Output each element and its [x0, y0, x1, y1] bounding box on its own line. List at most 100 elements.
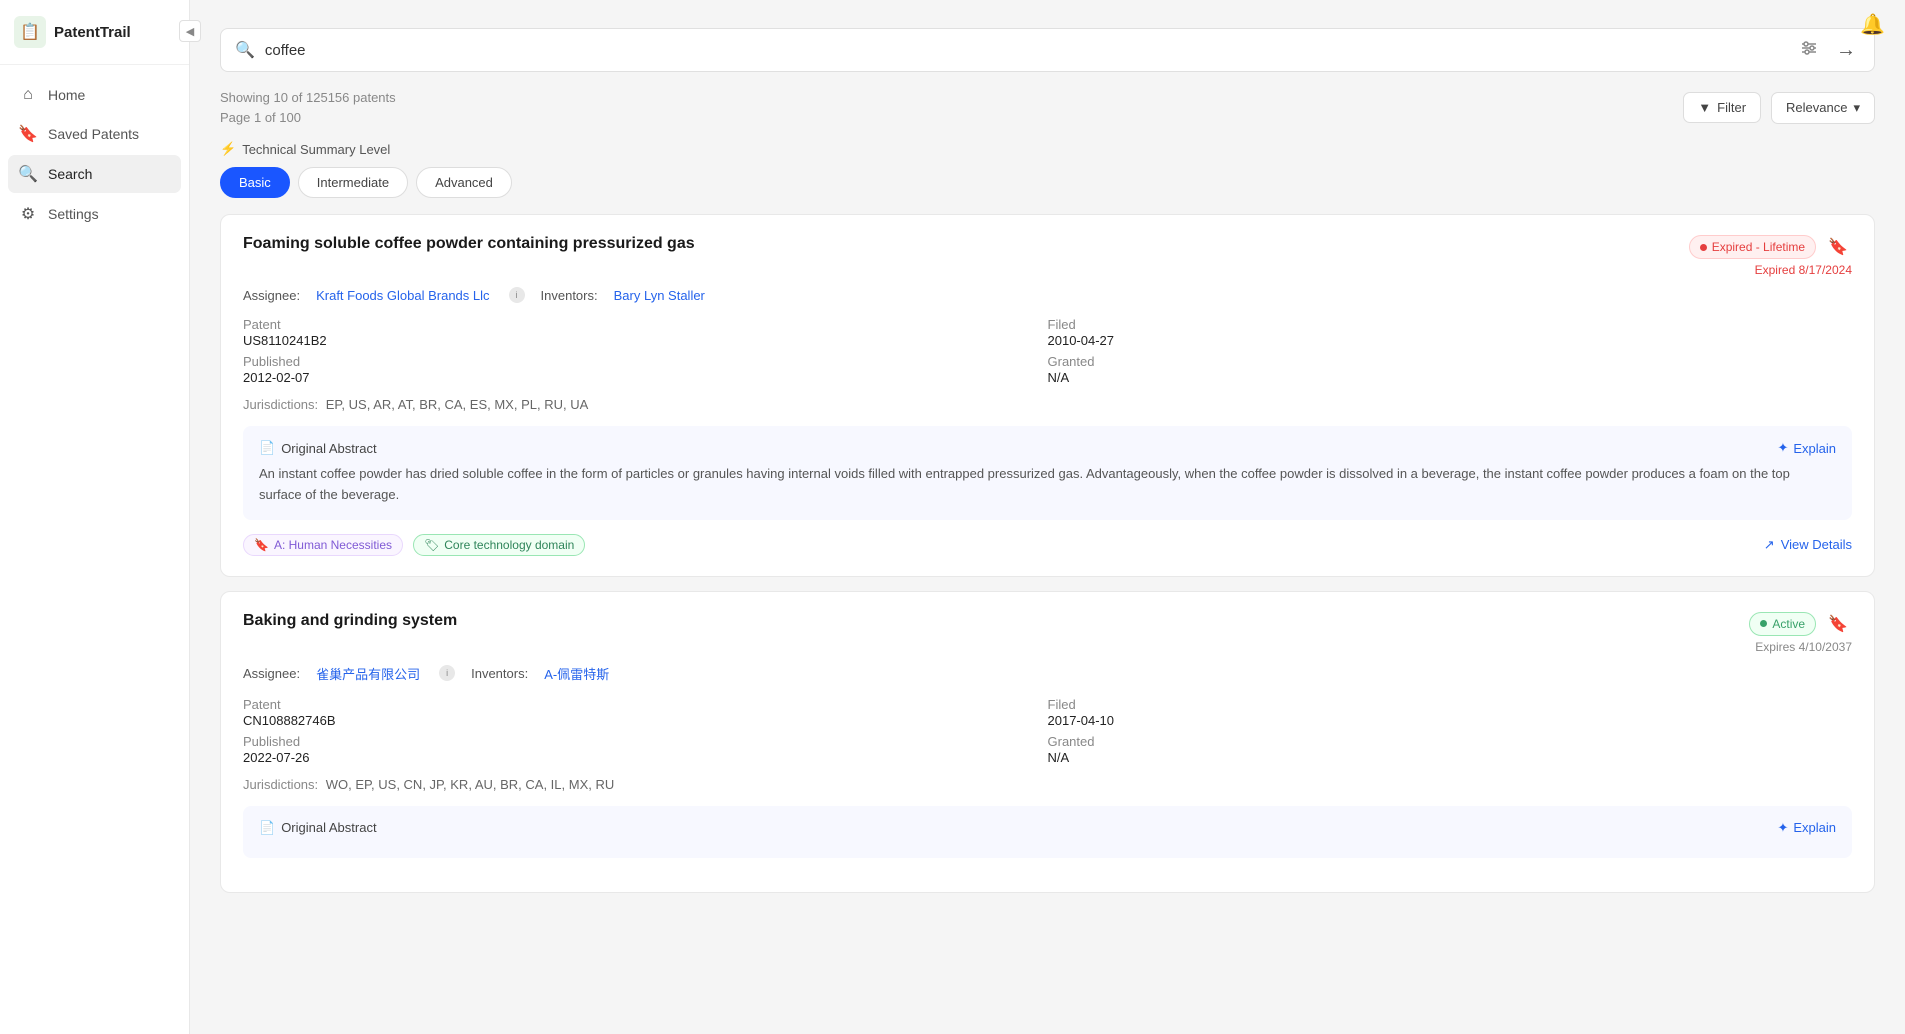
assignee-link-2[interactable]: 雀巢产品有限公司	[316, 664, 420, 683]
patent-card-header-1: Foaming soluble coffee powder containing…	[243, 235, 1852, 277]
sidebar: 📋 PatentTrail ◀ ⌂ Home 🔖 Saved Patents 🔍…	[0, 0, 190, 1034]
inventors-label-1: Inventors:	[541, 288, 598, 303]
status-dot-1	[1700, 244, 1707, 251]
jurisdictions-row-2: Jurisdictions: WO, EP, US, CN, JP, KR, A…	[243, 777, 1852, 792]
patent-number-item: Patent US8110241B2	[243, 317, 1048, 348]
save-patent-button-2[interactable]: 🔖	[1824, 612, 1852, 636]
patent-card-1: Foaming soluble coffee powder containing…	[220, 214, 1875, 577]
search-go-button[interactable]: →	[1832, 35, 1860, 66]
abstract-text-1: An instant coffee powder has dried solub…	[259, 464, 1836, 506]
abstract-title-label-1: 📄 Original Abstract	[259, 440, 377, 456]
search-nav-icon: 🔍	[18, 164, 38, 184]
filter-button[interactable]: ▼ Filter	[1683, 92, 1761, 123]
card-tags-1: 🔖 A: Human Necessities 🏷 Core technology…	[243, 534, 585, 556]
patent-card-2: Baking and grinding system Active 🔖 Expi…	[220, 591, 1875, 893]
sort-label: Relevance	[1786, 100, 1847, 115]
logo-icon: 📋	[14, 16, 46, 48]
tech-btn-advanced[interactable]: Advanced	[416, 167, 512, 198]
gear-icon: ⚙	[18, 204, 38, 224]
results-header: Showing 10 of 125156 patents Page 1 of 1…	[220, 88, 1875, 127]
assignee-row-2: Assignee: 雀巢产品有限公司 i Inventors: A-佩雷特斯	[243, 664, 1852, 683]
sparkle-icon-2: ✦	[1777, 820, 1788, 836]
explain-button-2[interactable]: ✦ Explain	[1777, 820, 1836, 836]
status-badge-1: Expired - Lifetime	[1689, 235, 1816, 259]
home-icon: ⌂	[18, 86, 38, 104]
search-icon: 🔍	[235, 40, 255, 60]
document-icon-1: 📄	[259, 440, 275, 456]
assignee-label-1: Assignee:	[243, 288, 300, 303]
search-bar-container: 🔍 →	[220, 28, 1875, 72]
status-badge-row-2: Active 🔖	[1749, 612, 1852, 636]
patent-title-2: Baking and grinding system	[243, 612, 1733, 630]
search-input[interactable]	[265, 42, 1786, 59]
sort-select[interactable]: Relevance ▾	[1771, 92, 1875, 124]
bookmark-tag-icon-1: 🔖	[254, 538, 269, 552]
status-dot-2	[1760, 620, 1767, 627]
patent-details-grid-2: Patent CN108882746B Filed 2017-04-10 Pub…	[243, 697, 1852, 765]
tag-icon-1: 🏷	[424, 538, 439, 552]
sidebar-item-label: Saved Patents	[48, 126, 139, 142]
results-page: Page 1 of 100	[220, 108, 396, 128]
lightning-icon: ⚡	[220, 141, 236, 157]
granted-item-2: Granted N/A	[1048, 734, 1853, 765]
sidebar-item-settings[interactable]: ⚙ Settings	[8, 195, 181, 233]
sidebar-item-home[interactable]: ⌂ Home	[8, 77, 181, 113]
results-info: Showing 10 of 125156 patents Page 1 of 1…	[220, 88, 396, 127]
tech-level-section: ⚡ Technical Summary Level Basic Intermed…	[220, 141, 1875, 198]
tech-level-label: ⚡ Technical Summary Level	[220, 141, 1875, 157]
tag-core-tech-1[interactable]: 🏷 Core technology domain	[413, 534, 585, 556]
patent-card-header-2: Baking and grinding system Active 🔖 Expi…	[243, 612, 1852, 654]
expire-date-1: Expired 8/17/2024	[1755, 263, 1852, 277]
sidebar-item-label: Settings	[48, 206, 99, 222]
jurisdictions-row-1: Jurisdictions: EP, US, AR, AT, BR, CA, E…	[243, 397, 1852, 412]
filed-item-2: Filed 2017-04-10	[1048, 697, 1853, 728]
main-content: 🔔 🔍 →	[190, 0, 1905, 1034]
patent-title-1: Foaming soluble coffee powder containing…	[243, 235, 1673, 253]
assignee-label-2: Assignee:	[243, 666, 300, 681]
search-bar: 🔍 →	[220, 28, 1875, 72]
app-logo: 📋 PatentTrail	[0, 0, 189, 65]
verify-icon-2: i	[439, 665, 455, 681]
results-controls: ▼ Filter Relevance ▾	[1683, 92, 1875, 124]
save-patent-button-1[interactable]: 🔖	[1824, 235, 1852, 259]
abstract-box-1: 📄 Original Abstract ✦ Explain An instant…	[243, 426, 1852, 520]
results-count: Showing 10 of 125156 patents	[220, 88, 396, 108]
tech-btn-intermediate[interactable]: Intermediate	[298, 167, 408, 198]
granted-item-1: Granted N/A	[1048, 354, 1853, 385]
sidebar-item-search[interactable]: 🔍 Search	[8, 155, 181, 193]
sidebar-item-saved-patents[interactable]: 🔖 Saved Patents	[8, 115, 181, 153]
bookmark-icon: 🔖	[18, 124, 38, 144]
published-item-2: Published 2022-07-26	[243, 734, 1048, 765]
expires-date-2: Expires 4/10/2037	[1755, 640, 1852, 654]
status-badge-2: Active	[1749, 612, 1816, 636]
patent-number-item-2: Patent CN108882746B	[243, 697, 1048, 728]
sort-chevron-icon: ▾	[1853, 100, 1860, 116]
filter-icon: ▼	[1698, 100, 1711, 115]
search-filter-button[interactable]	[1796, 35, 1822, 66]
assignee-link-1[interactable]: Kraft Foods Global Brands Llc	[316, 288, 489, 303]
inventors-label-2: Inventors:	[471, 666, 528, 681]
status-badge-row-1: Expired - Lifetime 🔖	[1689, 235, 1852, 259]
published-item-1: Published 2012-02-07	[243, 354, 1048, 385]
external-link-icon-1: ↗	[1764, 537, 1775, 553]
inventor-link-1[interactable]: Bary Lyn Staller	[614, 288, 705, 303]
app-name: PatentTrail	[54, 24, 131, 41]
assignee-row-1: Assignee: Kraft Foods Global Brands Llc …	[243, 287, 1852, 303]
tech-level-buttons: Basic Intermediate Advanced	[220, 167, 1875, 198]
inventor-link-2[interactable]: A-佩雷特斯	[544, 664, 609, 683]
view-details-button-1[interactable]: ↗ View Details	[1764, 537, 1852, 553]
filed-item-1: Filed 2010-04-27	[1048, 317, 1853, 348]
tech-btn-basic[interactable]: Basic	[220, 167, 290, 198]
patent-status-area-2: Active 🔖 Expires 4/10/2037	[1749, 612, 1852, 654]
sidebar-collapse-button[interactable]: ◀	[179, 20, 201, 42]
explain-button-1[interactable]: ✦ Explain	[1777, 440, 1836, 456]
patent-status-area-1: Expired - Lifetime 🔖 Expired 8/17/2024	[1689, 235, 1852, 277]
abstract-box-2: 📄 Original Abstract ✦ Explain	[243, 806, 1852, 858]
notification-icon[interactable]: 🔔	[1860, 14, 1885, 36]
sidebar-item-label: Search	[48, 166, 92, 182]
card-footer-1: 🔖 A: Human Necessities 🏷 Core technology…	[243, 534, 1852, 556]
tag-human-necessities-1[interactable]: 🔖 A: Human Necessities	[243, 534, 403, 556]
abstract-title-label-2: 📄 Original Abstract	[259, 820, 377, 836]
sidebar-item-label: Home	[48, 87, 85, 103]
document-icon-2: 📄	[259, 820, 275, 836]
